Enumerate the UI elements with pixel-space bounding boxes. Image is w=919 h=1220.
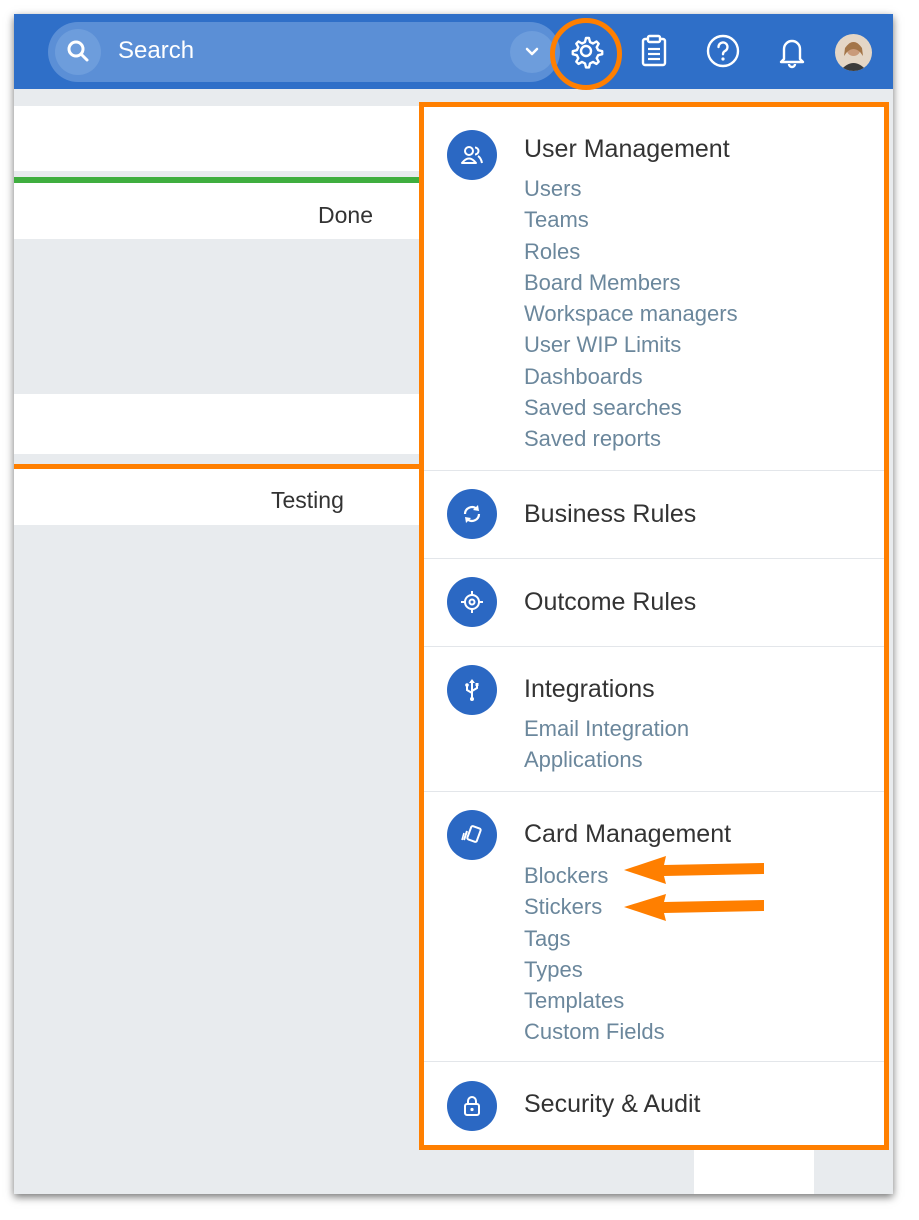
menu-section-title[interactable]: User Management [524,135,730,164]
bell-icon[interactable] [772,31,812,71]
menu-link-tags[interactable]: Tags [524,923,665,954]
menu-link-user-wip-limits[interactable]: User WIP Limits [524,329,738,360]
avatar[interactable] [835,34,872,71]
menu-link-dashboards[interactable]: Dashboards [524,361,738,392]
menu-section-title[interactable]: Outcome Rules [524,588,696,617]
annotation-arrow-stickers [624,894,764,921]
menu-link-custom-fields[interactable]: Custom Fields [524,1016,665,1047]
menu-link-list: Email Integration Applications [524,713,689,776]
menu-section-outcome-rules[interactable]: Outcome Rules [424,558,884,647]
lock-icon [447,1081,497,1131]
users-icon [447,130,497,180]
menu-section-user-management: User Management Users Teams Roles Board … [424,107,884,471]
menu-link-teams[interactable]: Teams [524,204,738,235]
menu-link-email-integration[interactable]: Email Integration [524,713,689,744]
column-title-done: Done [318,202,373,228]
menu-link-saved-searches[interactable]: Saved searches [524,392,738,423]
menu-link-roles[interactable]: Roles [524,236,738,267]
menu-link-list: Blockers Stickers Tags Types Templates C… [524,860,665,1048]
search-icon[interactable] [55,29,101,75]
menu-link-list: Users Teams Roles Board Members Workspac… [524,173,738,455]
annotation-arrow-blockers [624,856,764,884]
menu-section-title[interactable]: Card Management [524,820,731,849]
menu-link-board-members[interactable]: Board Members [524,267,738,298]
menu-link-applications[interactable]: Applications [524,744,689,775]
search-bar[interactable]: Search [48,22,560,82]
testing-column-header[interactable]: Testing [14,469,434,525]
settings-menu: User Management Users Teams Roles Board … [419,102,889,1150]
gear-icon[interactable] [566,31,606,71]
help-icon[interactable] [703,31,743,71]
menu-section-business-rules[interactable]: Business Rules [424,470,884,559]
menu-section-title[interactable]: Integrations [524,675,655,704]
menu-section-card-management: Card Management Blockers Stickers Tags T… [424,791,884,1062]
column-title-testing: Testing [271,487,344,513]
menu-link-types[interactable]: Types [524,954,665,985]
board-header-row [14,106,434,171]
top-bar: Search [14,14,893,90]
card-icon [447,810,497,860]
board-lane-row [14,394,434,454]
menu-link-users[interactable]: Users [524,173,738,204]
menu-section-integrations: Integrations Email Integration Applicati… [424,646,884,792]
usb-icon [447,665,497,715]
search-input[interactable]: Search [118,37,194,65]
app-window: Search Done Testing User Management User… [14,14,893,1194]
target-icon [447,577,497,627]
menu-section-security-audit[interactable]: Security & Audit [424,1061,884,1145]
chevron-down-icon[interactable] [510,31,554,73]
menu-section-title[interactable]: Security & Audit [524,1090,700,1119]
menu-link-saved-reports[interactable]: Saved reports [524,423,738,454]
menu-link-templates[interactable]: Templates [524,985,665,1016]
refresh-icon [447,489,497,539]
menu-section-title[interactable]: Business Rules [524,500,696,529]
menu-link-workspace-managers[interactable]: Workspace managers [524,298,738,329]
done-column-header[interactable]: Done [14,183,434,239]
clipboard-icon[interactable] [634,31,674,71]
